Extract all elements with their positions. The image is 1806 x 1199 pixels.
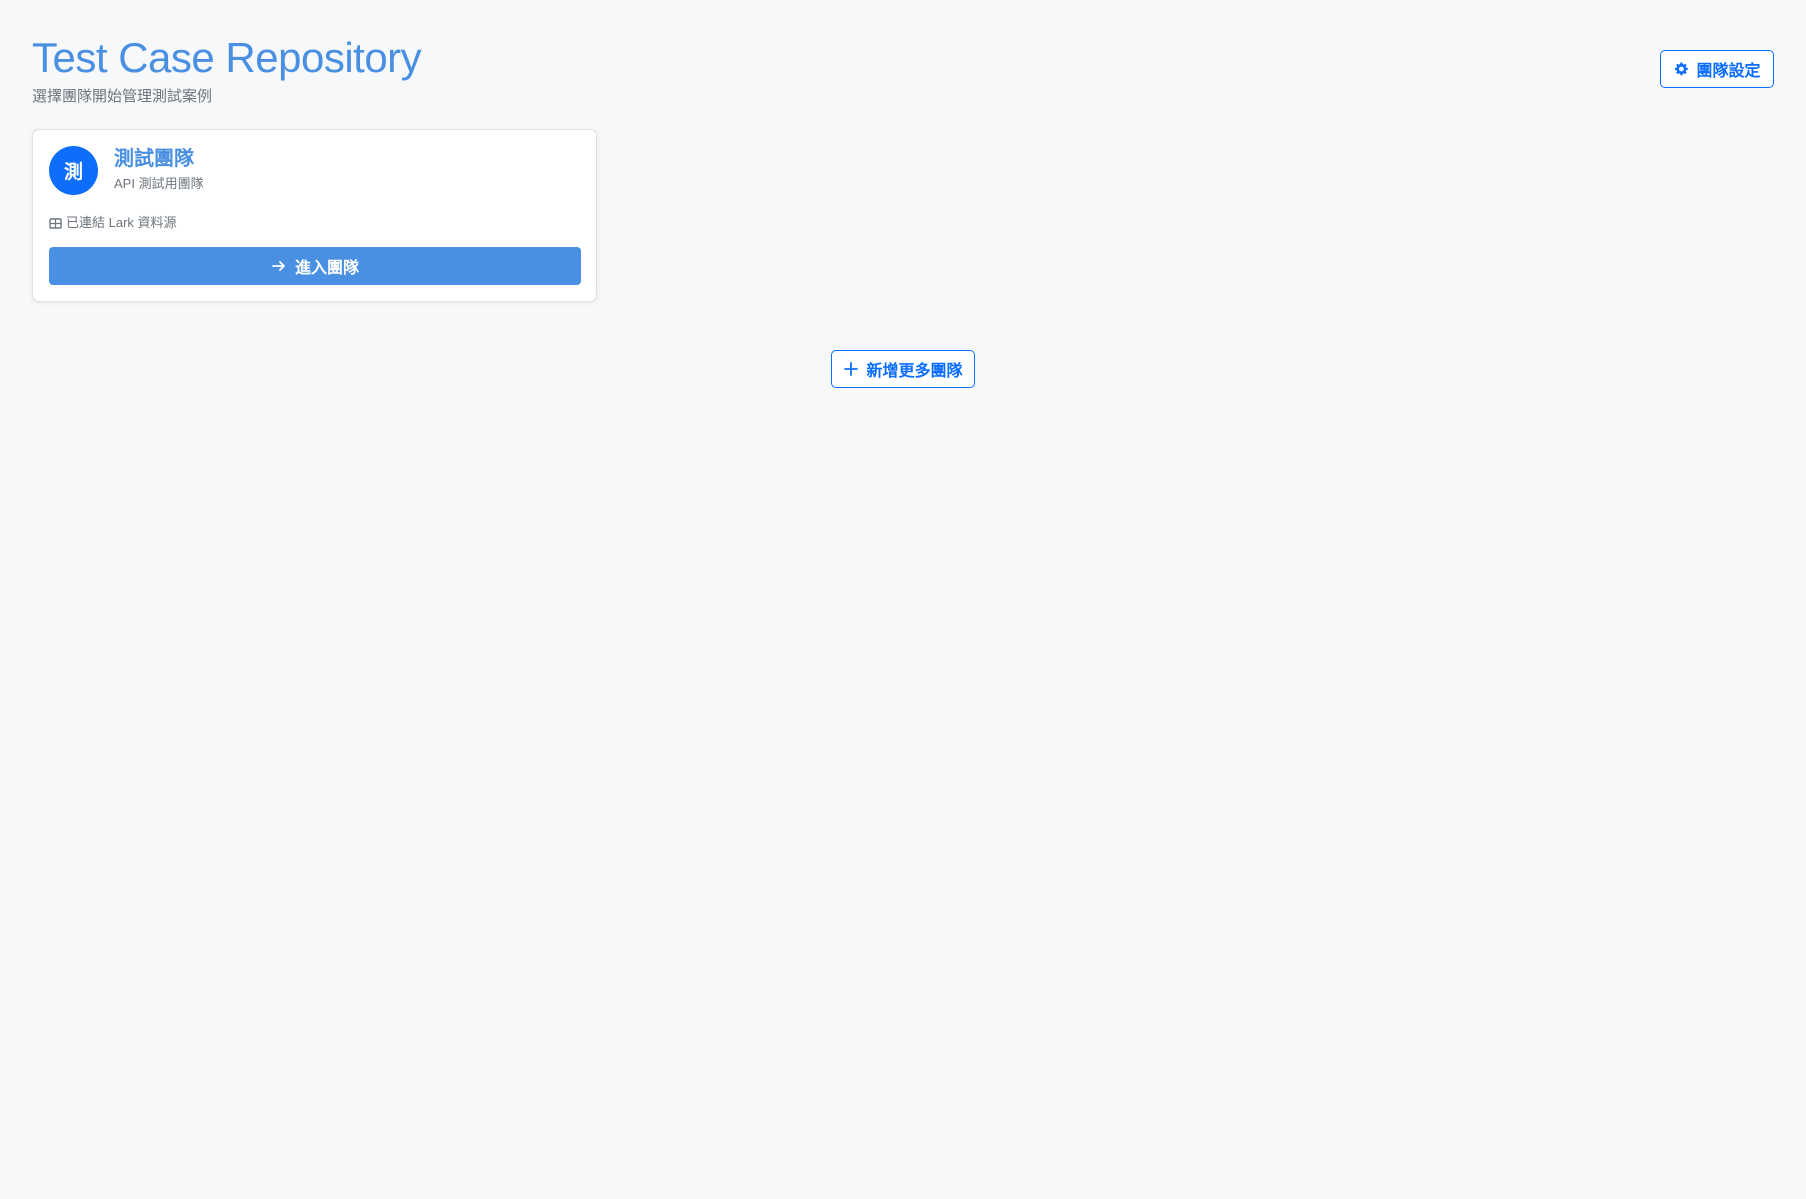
team-settings-label: 團隊設定: [1696, 63, 1761, 80]
arrow-right-icon: [272, 261, 285, 271]
enter-team-button[interactable]: 進入團隊: [49, 247, 581, 285]
team-avatar: 測: [49, 146, 98, 195]
team-settings-button[interactable]: 團隊設定: [1660, 50, 1774, 88]
page-title: Test Case Repository: [32, 34, 422, 81]
add-team-label: 新增更多團隊: [866, 363, 963, 380]
add-team-button[interactable]: 新增更多團隊: [831, 350, 975, 388]
page-header: Test Case Repository 選擇團隊開始管理測試案例: [32, 34, 422, 106]
table-icon: [49, 217, 62, 229]
page-subtitle: 選擇團隊開始管理測試案例: [32, 88, 213, 105]
enter-team-label: 進入團隊: [294, 260, 359, 277]
team-selection-page: Test Case Repository 選擇團隊開始管理測試案例 團隊設定 測…: [0, 0, 1806, 1199]
lark-connection-status: 已連結 Lark 資料源: [49, 215, 177, 231]
lark-status-text: 已連結 Lark 資料源: [66, 215, 177, 230]
team-description: API 測試用團隊: [114, 176, 204, 191]
gear-icon: [1675, 62, 1689, 76]
team-name: 測試團隊: [114, 148, 194, 170]
plus-icon: [844, 362, 859, 376]
team-card: 測 測試團隊 API 測試用團隊 已連結 Lark 資料源 進入團隊: [32, 129, 597, 302]
